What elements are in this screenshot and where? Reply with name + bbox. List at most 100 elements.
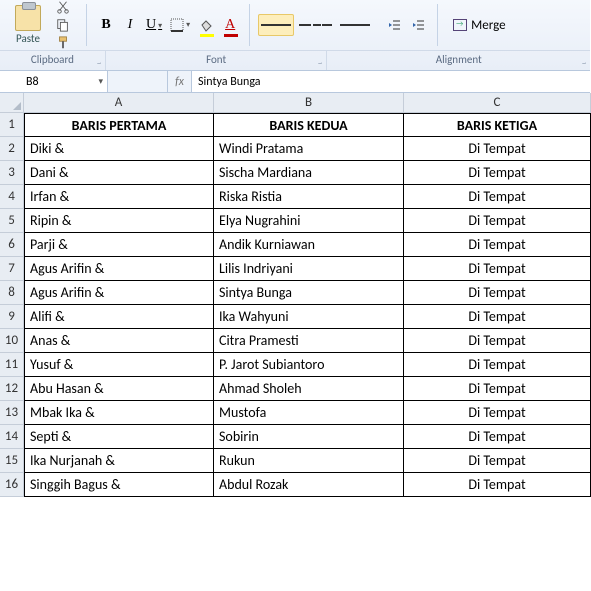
cell[interactable]: Andik Kurniawan [214,233,404,257]
cell[interactable]: Lilis Indriyani [214,257,404,281]
cell[interactable]: Sischa Mardiana [214,161,404,185]
cell[interactable]: Septi & [24,425,214,449]
font-a-icon: A [225,17,235,33]
col-header-a[interactable]: A [24,93,214,113]
cell[interactable]: Rukun [214,449,404,473]
copy-button[interactable] [54,17,72,33]
align-top-right-button[interactable] [337,14,373,36]
paste-button[interactable]: Paste [6,5,50,45]
cell[interactable]: Parji & [24,233,214,257]
cell[interactable]: Abu Hasan & [24,377,214,401]
align-top-left-button[interactable] [258,14,294,36]
cell[interactable]: Di Tempat [404,353,591,377]
decrease-indent-button[interactable] [383,14,405,36]
cell[interactable]: Abdul Rozak [214,473,404,497]
header-cell[interactable]: BARIS KETIGA [404,113,591,137]
formula-input[interactable]: Sintya Bunga [192,71,590,92]
cell[interactable]: Ahmad Sholeh [214,377,404,401]
cell[interactable]: Di Tempat [404,161,591,185]
cell[interactable]: Ripin & [24,209,214,233]
fx-icon: fx [175,75,184,89]
cell[interactable]: Singgih Bagus & [24,473,214,497]
row-header[interactable]: 16 [0,473,24,497]
row-header[interactable]: 13 [0,401,24,425]
cell[interactable]: Agus Arifin & [24,257,214,281]
cell[interactable]: Di Tempat [404,401,591,425]
col-header-b[interactable]: B [214,93,404,113]
cell[interactable]: Mbak Ika & [24,401,214,425]
group-alignment: Alignment [327,51,590,70]
cell[interactable]: Diki & [24,137,214,161]
row-header[interactable]: 6 [0,233,24,257]
cell[interactable]: Di Tempat [404,185,591,209]
cell[interactable]: Elya Nugrahini [214,209,404,233]
row-header[interactable]: 2 [0,137,24,161]
cell[interactable]: Di Tempat [404,473,591,497]
cell[interactable]: Di Tempat [404,281,591,305]
borders-button[interactable] [167,14,193,36]
cell[interactable]: Alifi & [24,305,214,329]
cell[interactable]: Sobirin [214,425,404,449]
indent-right-icon [411,18,425,32]
indent-left-icon [387,18,401,32]
bold-button[interactable]: B [95,14,117,36]
select-all-corner[interactable] [0,93,24,113]
cell[interactable]: Di Tempat [404,377,591,401]
cell[interactable]: P. Jarot Subiantoro [214,353,404,377]
italic-button[interactable]: I [119,14,141,36]
format-painter-button[interactable] [54,35,72,51]
row-header[interactable]: 4 [0,185,24,209]
cell[interactable]: Di Tempat [404,209,591,233]
row-header[interactable]: 14 [0,425,24,449]
cell[interactable]: Irfan & [24,185,214,209]
row-header[interactable]: 12 [0,377,24,401]
align-top-center-button[interactable] [296,14,335,36]
formula-bar: B8 fx Sintya Bunga [0,71,590,93]
cell[interactable]: Yusuf & [24,353,214,377]
cut-button[interactable] [54,0,72,15]
fill-color-button[interactable] [195,14,217,36]
cell[interactable]: Agus Arifin & [24,281,214,305]
group-font: Font [106,51,328,70]
row-header[interactable]: 9 [0,305,24,329]
cell[interactable]: Ika Nurjanah & [24,449,214,473]
row-header[interactable]: 3 [0,161,24,185]
row-header[interactable]: 11 [0,353,24,377]
cell[interactable]: Windi Pratama [214,137,404,161]
copy-icon [56,18,70,32]
merge-icon [453,19,467,31]
cell[interactable]: Citra Pramesti [214,329,404,353]
row-header[interactable]: 1 [0,113,24,137]
row-header[interactable]: 10 [0,329,24,353]
header-cell[interactable]: BARIS PERTAMA [24,113,214,137]
merge-button[interactable]: Merge [446,14,512,36]
cell[interactable]: Mustofa [214,401,404,425]
font-color-button[interactable]: A [219,14,241,36]
cell[interactable]: Di Tempat [404,305,591,329]
increase-indent-button[interactable] [407,14,429,36]
header-cell[interactable]: BARIS KEDUA [214,113,404,137]
cell[interactable]: Di Tempat [404,137,591,161]
cell[interactable]: Ika Wahyuni [214,305,404,329]
cell[interactable]: Di Tempat [404,233,591,257]
row-header[interactable]: 5 [0,209,24,233]
cell[interactable]: Dani & [24,161,214,185]
name-box-value: B8 [26,75,39,89]
row-header[interactable]: 8 [0,281,24,305]
name-box[interactable]: B8 [0,71,108,92]
cell[interactable]: Di Tempat [404,329,591,353]
spreadsheet-grid: A B C 1 BARIS PERTAMA BARIS KEDUA BARIS … [0,93,590,497]
cell[interactable]: Riska Ristia [214,185,404,209]
cell[interactable]: Sintya Bunga [214,281,404,305]
cell[interactable]: Di Tempat [404,257,591,281]
cell[interactable]: Di Tempat [404,425,591,449]
cell[interactable]: Di Tempat [404,449,591,473]
row-header[interactable]: 7 [0,257,24,281]
fx-button[interactable]: fx [168,71,192,92]
cell[interactable]: Anas & [24,329,214,353]
row-header[interactable]: 15 [0,449,24,473]
border-icon [170,18,184,32]
separator [437,4,438,46]
underline-button[interactable]: U [143,14,165,36]
col-header-c[interactable]: C [404,93,591,113]
